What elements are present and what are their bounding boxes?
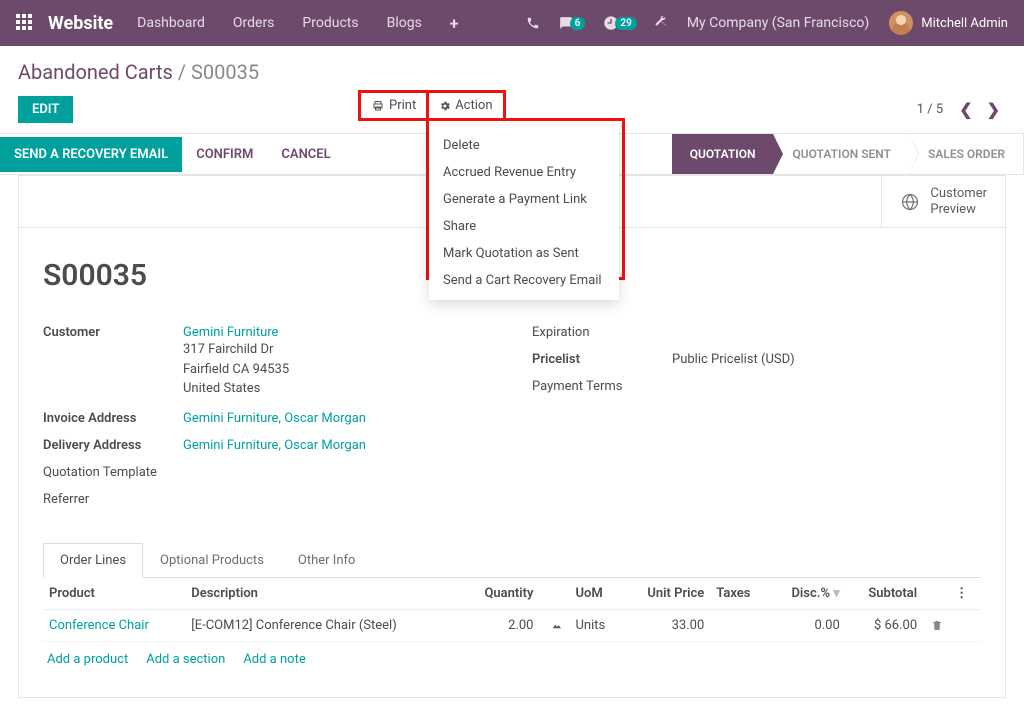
nav-products[interactable]: Products (302, 15, 358, 31)
sort-icon: ▾ (833, 586, 840, 601)
addr-line-2: Fairfield CA 94535 (183, 360, 289, 380)
cell-disc: 0.00 (769, 609, 846, 641)
action-send-recovery[interactable]: Send a Cart Recovery Email (429, 267, 619, 294)
action-button[interactable]: Action (429, 93, 502, 118)
cell-taxes (710, 609, 769, 641)
th-uom[interactable]: UoM (570, 578, 623, 610)
pager-prev[interactable]: ❮ (959, 100, 972, 119)
th-taxes[interactable]: Taxes (710, 578, 769, 610)
activities-icon[interactable]: 29 (603, 15, 636, 31)
th-quantity[interactable]: Quantity (462, 578, 540, 610)
phone-icon[interactable] (526, 16, 540, 30)
nav-orders[interactable]: Orders (233, 15, 275, 31)
delete-line-icon[interactable] (923, 609, 949, 641)
new-icon[interactable]: + (450, 14, 459, 33)
th-subtotal[interactable]: Subtotal (846, 578, 923, 610)
action-delete[interactable]: Delete (429, 132, 619, 159)
tab-order-lines[interactable]: Order Lines (43, 543, 143, 578)
label-customer: Customer (43, 325, 183, 340)
tab-other-info[interactable]: Other Info (281, 543, 373, 577)
messages-icon[interactable]: 6 (558, 16, 586, 30)
th-unit-price[interactable]: Unit Price (623, 578, 711, 610)
company-switcher[interactable]: My Company (San Francisco) (687, 15, 869, 31)
step-quotation[interactable]: QUOTATION (672, 134, 775, 174)
step-quotation-sent[interactable]: QUOTATION SENT (774, 134, 910, 174)
action-share[interactable]: Share (429, 213, 619, 240)
invoice-address-link[interactable]: Gemini Furniture, Oscar Morgan (183, 411, 366, 426)
label-quotation-template: Quotation Template (43, 465, 183, 480)
nav-blogs[interactable]: Blogs (387, 15, 422, 31)
cell-quantity: 2.00 (462, 609, 540, 641)
messages-badge: 6 (570, 17, 586, 30)
action-dropdown: Delete Accrued Revenue Entry Generate a … (429, 126, 619, 300)
breadcrumb-current: S00035 (191, 60, 259, 84)
breadcrumb: Abandoned Carts / S00035 (18, 60, 1006, 84)
th-disc[interactable]: Disc.% (791, 586, 830, 601)
print-button[interactable]: Print (361, 93, 426, 118)
step-sales-order[interactable]: SALES ORDER (910, 134, 1024, 174)
add-note[interactable]: Add a note (243, 652, 305, 667)
tab-optional-products[interactable]: Optional Products (143, 543, 281, 577)
th-product[interactable]: Product (43, 578, 185, 610)
table-row[interactable]: Conference Chair [E-COM12] Conference Ch… (43, 609, 981, 641)
label-referrer: Referrer (43, 492, 183, 507)
cell-uom: Units (570, 609, 623, 641)
th-description[interactable]: Description (185, 578, 462, 610)
pager-next[interactable]: ❯ (987, 100, 1000, 119)
add-product[interactable]: Add a product (47, 652, 128, 667)
label-expiration: Expiration (532, 325, 672, 340)
user-menu[interactable]: Mitchell Admin (889, 11, 1008, 35)
tools-icon[interactable] (655, 16, 669, 30)
send-recovery-button[interactable]: SEND A RECOVERY EMAIL (0, 137, 182, 172)
forecast-icon[interactable] (546, 618, 564, 632)
cell-subtotal: $ 66.00 (846, 609, 923, 641)
brand[interactable]: Website (48, 13, 113, 34)
pricelist-value: Public Pricelist (USD) (672, 352, 795, 367)
label-delivery-address: Delivery Address (43, 438, 183, 453)
addr-line-3: United States (183, 379, 289, 399)
activities-badge: 29 (615, 17, 636, 30)
edit-button[interactable]: EDIT (18, 96, 73, 123)
label-invoice-address: Invoice Address (43, 411, 183, 426)
customer-preview-button[interactable]: CustomerPreview (881, 176, 1005, 227)
cancel-button[interactable]: CANCEL (267, 137, 344, 172)
action-mark-sent[interactable]: Mark Quotation as Sent (429, 240, 619, 267)
avatar (889, 11, 913, 35)
cell-product[interactable]: Conference Chair (43, 609, 185, 641)
apps-icon[interactable] (16, 14, 34, 32)
globe-icon (900, 192, 920, 212)
action-accrued-revenue[interactable]: Accrued Revenue Entry (429, 159, 619, 186)
customer-link[interactable]: Gemini Furniture (183, 325, 289, 340)
columns-menu-icon[interactable]: ⋮ (949, 578, 981, 610)
user-name: Mitchell Admin (921, 16, 1008, 31)
delivery-address-link[interactable]: Gemini Furniture, Oscar Morgan (183, 438, 366, 453)
pager-text[interactable]: 1 / 5 (917, 102, 943, 117)
cell-unit-price: 33.00 (623, 609, 711, 641)
add-section[interactable]: Add a section (146, 652, 225, 667)
confirm-button[interactable]: CONFIRM (182, 137, 267, 172)
nav-dashboard[interactable]: Dashboard (137, 15, 205, 31)
addr-line-1: 317 Fairchild Dr (183, 340, 289, 360)
label-pricelist: Pricelist (532, 352, 672, 367)
cell-description: [E-COM12] Conference Chair (Steel) (185, 609, 462, 641)
label-payment-terms: Payment Terms (532, 379, 672, 394)
action-payment-link[interactable]: Generate a Payment Link (429, 186, 619, 213)
breadcrumb-parent[interactable]: Abandoned Carts (18, 60, 173, 84)
